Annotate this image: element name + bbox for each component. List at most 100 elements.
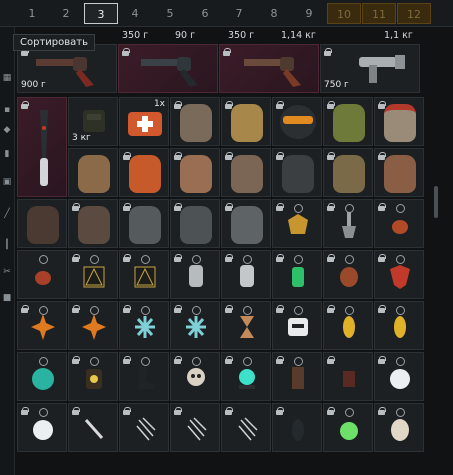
mask-item[interactable]: [119, 148, 169, 197]
mask-item[interactable]: [170, 148, 220, 197]
charm-item[interactable]: [272, 199, 322, 248]
brick-charm-icon: [343, 371, 355, 387]
charm-item[interactable]: [272, 403, 322, 452]
mask-item[interactable]: [323, 97, 373, 146]
tab-8[interactable]: 8: [257, 3, 291, 24]
charm-item[interactable]: [170, 250, 220, 299]
charm-item[interactable]: [17, 250, 67, 299]
tab-11[interactable]: 11: [362, 3, 396, 24]
charm-item[interactable]: [374, 199, 424, 248]
charm-item[interactable]: [68, 301, 118, 350]
hourglass-charm-icon: [240, 316, 254, 338]
charm-item[interactable]: [374, 250, 424, 299]
charm-item[interactable]: [170, 301, 220, 350]
charm-item[interactable]: [221, 352, 271, 401]
mask-filter-icon[interactable]: ◆: [2, 125, 12, 135]
mask-item[interactable]: [374, 148, 424, 197]
tab-12[interactable]: 12: [397, 3, 431, 24]
metal-mask-icon: [129, 206, 161, 244]
lock-icon: [276, 101, 284, 109]
helmet-item[interactable]: [272, 97, 322, 146]
charm-item[interactable]: [170, 352, 220, 401]
pouch-item[interactable]: 3 кг: [68, 97, 118, 146]
charm-item[interactable]: [17, 301, 67, 350]
mask-item[interactable]: [221, 199, 271, 248]
gas-mask-item[interactable]: [17, 199, 67, 248]
charm-item[interactable]: [221, 250, 271, 299]
charm-item[interactable]: [119, 403, 169, 452]
tab-4[interactable]: 4: [118, 3, 152, 24]
balaclava-icon: [231, 104, 263, 142]
revolver-item[interactable]: [118, 44, 218, 93]
charm-item[interactable]: [119, 352, 169, 401]
tab-3[interactable]: 3: [84, 3, 118, 24]
lock-icon: [123, 305, 131, 313]
revolver-item[interactable]: 900 г: [17, 44, 117, 93]
charm-item[interactable]: [374, 403, 424, 452]
grid-icon[interactable]: ▦: [2, 73, 12, 83]
badge-charm-icon: [288, 214, 308, 234]
tool-filter-icon[interactable]: ┃: [2, 240, 12, 250]
lock-icon: [225, 101, 233, 109]
revolver-icon: [141, 57, 198, 87]
box-filter-icon[interactable]: ■: [2, 293, 12, 303]
tab-7[interactable]: 7: [222, 3, 256, 24]
metal-mask-icon: [231, 206, 263, 244]
charm-item[interactable]: [323, 250, 373, 299]
mask-item[interactable]: [221, 148, 271, 197]
tab-2[interactable]: 2: [49, 3, 83, 24]
charm-item[interactable]: [68, 352, 118, 401]
charm-item[interactable]: [272, 352, 322, 401]
boot-charm-icon: [139, 367, 155, 389]
mask-item[interactable]: [68, 148, 118, 197]
mask-item[interactable]: [119, 199, 169, 248]
charm-item[interactable]: [170, 403, 220, 452]
device-item[interactable]: 750 г: [320, 44, 420, 93]
price-label: 90 г: [175, 30, 196, 41]
backpack-filter-icon[interactable]: ▣: [2, 177, 12, 187]
charm-item[interactable]: [17, 352, 67, 401]
charm-item[interactable]: [119, 250, 169, 299]
weapon-filter-icon[interactable]: ▪: [2, 105, 12, 115]
charm-item[interactable]: [323, 301, 373, 350]
knife-item[interactable]: [17, 97, 67, 197]
knife-filter-icon[interactable]: ╱: [2, 209, 12, 219]
charm-item[interactable]: [374, 301, 424, 350]
charm-item[interactable]: [221, 403, 271, 452]
charm-item[interactable]: [17, 403, 67, 452]
mask-item[interactable]: [272, 148, 322, 197]
mask-item[interactable]: [374, 97, 424, 146]
charm-item[interactable]: [374, 352, 424, 401]
charm-item[interactable]: [119, 301, 169, 350]
charm-item[interactable]: [323, 352, 373, 401]
tab-1[interactable]: 1: [15, 3, 49, 24]
lock-icon: [276, 152, 284, 160]
gas-mask-icon: [78, 206, 110, 244]
revolver-item[interactable]: [219, 44, 319, 93]
mask-item[interactable]: [170, 97, 220, 146]
charm-item[interactable]: [323, 199, 373, 248]
mask-item[interactable]: [221, 97, 271, 146]
tab-10[interactable]: 10: [327, 3, 361, 24]
charm-item[interactable]: [272, 250, 322, 299]
charm-item[interactable]: [323, 403, 373, 452]
tab-6[interactable]: 6: [188, 3, 222, 24]
charm-item[interactable]: [272, 301, 322, 350]
tab-5[interactable]: 5: [153, 3, 187, 24]
charm-item[interactable]: [68, 403, 118, 452]
lock-icon: [21, 101, 29, 109]
charm-item[interactable]: [68, 250, 118, 299]
tab-9[interactable]: 9: [292, 3, 326, 24]
scrollbar-thumb[interactable]: [434, 186, 438, 218]
lock-icon: [72, 356, 80, 364]
metal-mask-icon: [180, 206, 212, 244]
mask-item[interactable]: [170, 199, 220, 248]
gas-mask-item[interactable]: [68, 199, 118, 248]
dogtag-charm-icon: [189, 265, 203, 287]
weight-label: 750 г: [324, 80, 349, 90]
armor-filter-icon[interactable]: ▮: [2, 149, 12, 159]
mask-item[interactable]: [323, 148, 373, 197]
charm-item[interactable]: [221, 301, 271, 350]
medkit-item[interactable]: 1x: [119, 97, 169, 146]
scissors-icon[interactable]: ✂: [2, 267, 12, 277]
